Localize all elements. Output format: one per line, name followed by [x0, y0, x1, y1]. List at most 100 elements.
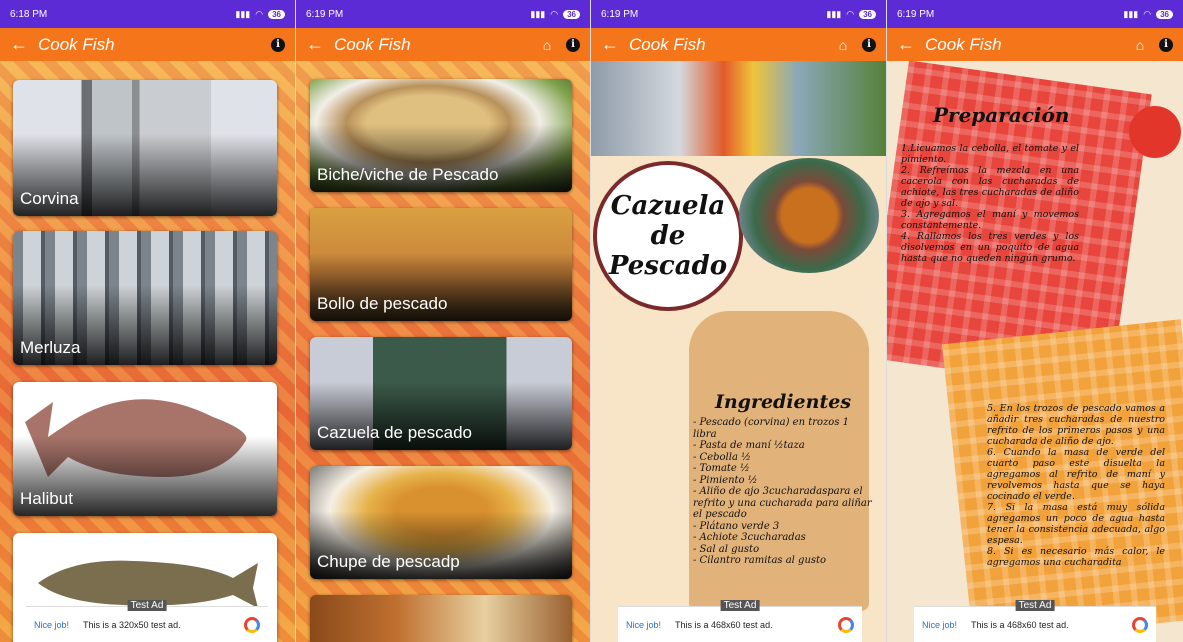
signal-icon: ▮▮▮	[530, 8, 546, 19]
status-bar: 6:18 PM ▮▮▮ ◠ 36	[0, 0, 295, 28]
ad-logo-icon	[244, 616, 260, 633]
recipe-card-cazuela[interactable]: Cazuela de pescado	[310, 337, 572, 450]
card-label: Halibut	[20, 489, 73, 508]
dish-photo	[739, 158, 879, 273]
recipe-card-bollo[interactable]: Bollo de pescado	[310, 208, 572, 321]
seafood-decoration	[591, 61, 886, 156]
list-item: - Aliño de ajo 3cucharadaspara el refrit…	[693, 486, 872, 520]
info-icon[interactable]: i	[862, 37, 876, 52]
ad-text: This is a 320x50 test ad.	[83, 619, 181, 630]
arrow-back-icon[interactable]: ←	[10, 34, 38, 55]
list-item: 5. En los trozos de pescado vamos a añad…	[987, 403, 1165, 447]
info-icon[interactable]: i	[1159, 37, 1173, 52]
arrow-back-icon[interactable]: ←	[897, 34, 925, 55]
card-label: Corvina	[20, 189, 79, 208]
list-item: 2. Refreímos la mezcla en una cacerola c…	[901, 165, 1079, 209]
wifi-icon: ◠	[550, 8, 559, 19]
list-item: 7. Si la masa está muy sólida agregamos …	[987, 502, 1165, 546]
fish-card-halibut[interactable]: Halibut	[13, 382, 277, 516]
list-item: - Pimiento ½	[693, 474, 758, 486]
info-icon[interactable]: i	[271, 37, 285, 52]
list-item: - Cebolla ½	[693, 451, 751, 463]
ad-text: This is a 468x60 test ad.	[675, 619, 773, 630]
ad-text: This is a 468x60 test ad.	[971, 619, 1069, 630]
ad-logo-icon	[838, 616, 854, 633]
fish-card-corvina[interactable]: Corvina	[13, 80, 277, 216]
list-item: - Plátano verde 3	[693, 520, 780, 532]
fish-card-merluza[interactable]: Merluza	[13, 231, 277, 365]
ad-nice-text: Nice job!	[922, 619, 958, 630]
app-title: Cook Fish	[925, 34, 1002, 54]
card-label: Cazuela de pescado	[317, 423, 473, 442]
prep-title: Preparación	[933, 103, 1070, 127]
title-line: Pescado	[608, 251, 728, 281]
ad-tag: Test Ad	[1015, 600, 1055, 611]
ingredients-list: - Pescado (corvina) en trozos 1 libra - P…	[693, 417, 873, 567]
screen-recipe-list: 6:19 PM ▮▮▮ ◠ 36 ← Cook Fish ⌂ i Biche/vic…	[296, 0, 590, 642]
list-item: 6. Cuando la masa de verde del cuarto pa…	[987, 447, 1165, 502]
list-item: 1.Licuamos la cebolla, el tomate y el pi…	[901, 143, 1079, 165]
arrow-back-icon[interactable]: ←	[306, 34, 334, 55]
ad-tag: Test Ad	[720, 600, 760, 611]
wifi-icon: ◠	[846, 8, 855, 19]
screen-recipe-ingredients: 6:19 PM ▮▮▮ ◠ 36 ← Cook Fish ⌂ i Cazuela d…	[591, 0, 886, 642]
list-item: - Achiote 3cucharadas	[693, 532, 806, 543]
ad-nice-text: Nice job!	[34, 619, 70, 630]
app-title: Cook Fish	[629, 34, 706, 54]
battery-icon: 36	[268, 9, 285, 19]
recipe-card-chupe[interactable]: Chupe de pescadp	[310, 466, 572, 579]
ad-banner[interactable]: Test Ad Nice job! This is a 468x60 test …	[618, 600, 862, 642]
screen-recipe-preparation: 6:19 PM ▮▮▮ ◠ 36 ← Cook Fish ⌂ i Preparaci…	[887, 0, 1183, 642]
battery-icon: 36	[1156, 9, 1173, 19]
status-bar: 6:19 PM ▮▮▮ ◠ 36	[296, 0, 590, 28]
info-icon[interactable]: i	[566, 37, 580, 52]
app-title: Cook Fish	[334, 34, 411, 54]
ad-banner[interactable]: Test Ad Nice job! This is a 320x50 test …	[26, 600, 268, 642]
app-bar: ← Cook Fish ⌂ i	[296, 28, 590, 61]
steps-list-a: 1.Licuamos la cebolla, el tomate y el pi…	[901, 143, 1079, 264]
list-item: 4. Rallamos los tres verdes y los disolv…	[901, 231, 1079, 264]
app-title: Cook Fish	[38, 34, 115, 54]
home-icon[interactable]: ⌂	[540, 37, 554, 53]
home-icon[interactable]: ⌂	[1133, 37, 1147, 53]
signal-icon: ▮▮▮	[826, 8, 842, 19]
list-item: - Cilantro ramitas al gusto	[693, 555, 827, 566]
status-bar: 6:19 PM ▮▮▮ ◠ 36	[887, 0, 1183, 28]
list-item: - Sal al gusto	[693, 543, 760, 555]
wifi-icon: ◠	[1143, 8, 1152, 19]
signal-icon: ▮▮▮	[1123, 8, 1139, 19]
recipe-card-biche[interactable]: Biche/viche de Pescado	[310, 79, 572, 192]
list-item: - Pasta de maní ½taza	[693, 440, 805, 451]
card-label: Biche/viche de Pescado	[317, 165, 499, 184]
card-label: Bollo de pescado	[317, 294, 448, 313]
tomato-icon	[1129, 106, 1181, 158]
title-line: de	[650, 221, 686, 251]
home-icon[interactable]: ⌂	[836, 37, 850, 53]
status-time: 6:19 PM	[306, 8, 344, 20]
list-item: 8. Si es necesario más calor, le agregam…	[987, 546, 1165, 568]
app-bar: ← Cook Fish ⌂ i	[887, 28, 1183, 61]
status-bar: 6:19 PM ▮▮▮ ◠ 36	[591, 0, 886, 28]
wifi-icon: ◠	[255, 8, 264, 19]
status-time: 6:18 PM	[10, 8, 48, 20]
list-item: 3. Agregamos el maní y movemos constante…	[901, 209, 1079, 231]
ad-logo-icon	[1132, 616, 1148, 633]
battery-icon: 36	[563, 9, 580, 19]
signal-icon: ▮▮▮	[235, 8, 251, 19]
card-label: Merluza	[20, 338, 81, 357]
steps-list-b: 5. En los trozos de pescado vamos a añad…	[987, 403, 1165, 568]
list-item: - Pescado (corvina) en trozos 1 libra	[693, 417, 850, 440]
ingredients-title: Ingredientes	[714, 391, 852, 413]
arrow-back-icon[interactable]: ←	[601, 34, 629, 55]
recipe-card-next[interactable]	[310, 595, 572, 642]
ad-tag: Test Ad	[127, 600, 167, 611]
app-bar: ← Cook Fish ⌂ i	[591, 28, 886, 61]
list-item: - Tomate ½	[693, 463, 750, 474]
ad-banner[interactable]: Test Ad Nice job! This is a 468x60 test …	[914, 600, 1156, 642]
screen-fish-list: 6:18 PM ▮▮▮ ◠ 36 ← Cook Fish i Corvina Mer…	[0, 0, 295, 642]
app-bar: ← Cook Fish i	[0, 28, 295, 61]
ingredients-panel: Ingredientes - Pescado (corvina) en troz…	[693, 391, 873, 567]
status-time: 6:19 PM	[601, 8, 639, 20]
status-time: 6:19 PM	[897, 8, 935, 20]
title-badge: Cazuela de Pescado	[593, 161, 743, 311]
